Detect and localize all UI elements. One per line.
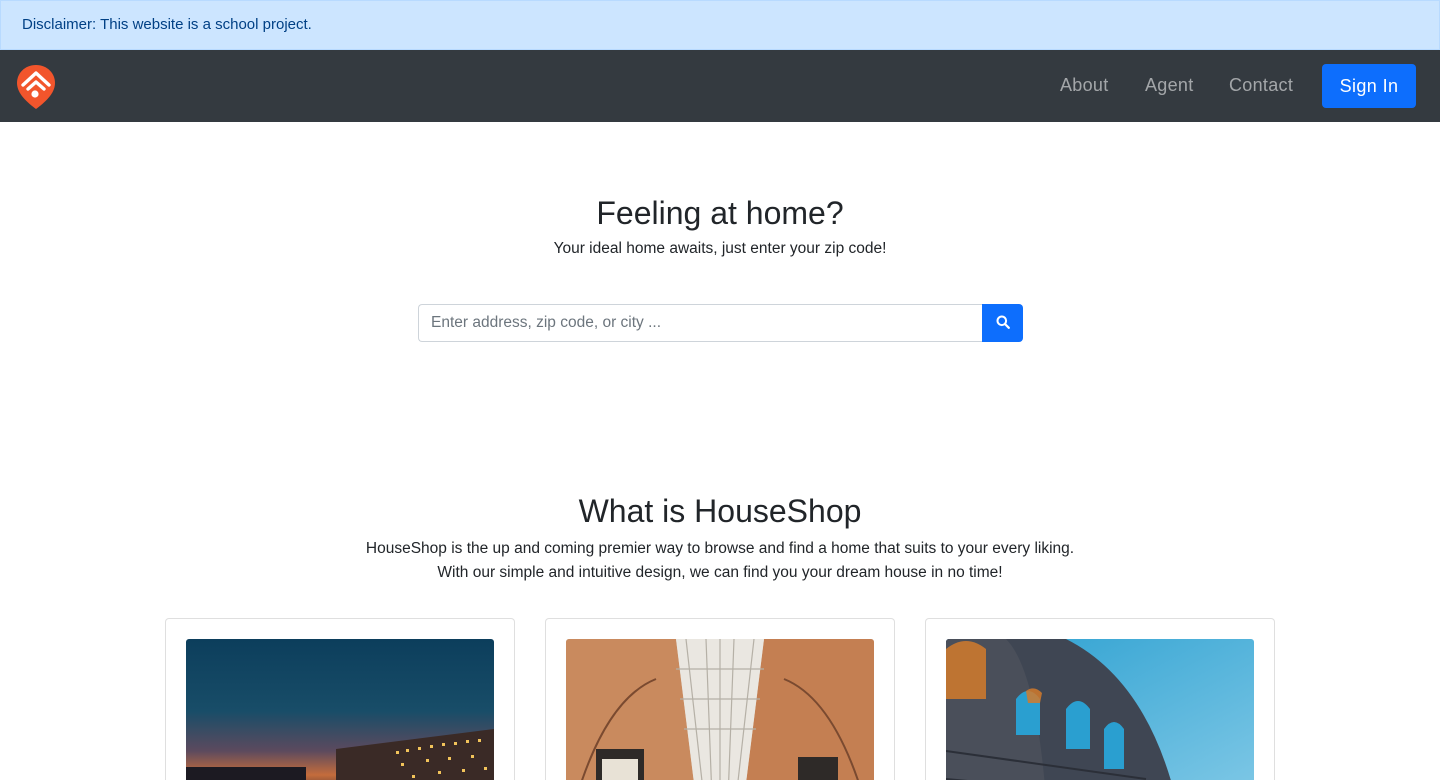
- disclaimer-alert: Disclaimer: This website is a school pro…: [0, 0, 1440, 50]
- feature-card-2: [545, 618, 895, 780]
- sign-in-button[interactable]: Sign In: [1322, 64, 1416, 108]
- feature-card-3: [925, 618, 1275, 780]
- about-description-line-1: HouseShop is the up and coming premier w…: [365, 540, 1075, 557]
- colosseum-arches-photo: [946, 639, 1254, 780]
- nav-link-contact[interactable]: Contact: [1229, 74, 1293, 96]
- search-input[interactable]: [418, 304, 983, 342]
- disclaimer-text: Disclaimer: This website is a school pro…: [22, 16, 312, 33]
- nav-link-agent[interactable]: Agent: [1145, 74, 1194, 96]
- navbar: About Agent Contact Sign In: [0, 50, 1440, 122]
- feature-card-1: [165, 618, 515, 780]
- building-at-dusk-photo: [186, 639, 494, 780]
- shopping-arcade-glass-roof-photo: [566, 639, 874, 780]
- search-button[interactable]: [982, 304, 1023, 342]
- hero-title: Feeling at home?: [596, 195, 844, 231]
- house-location-pin-icon[interactable]: [16, 63, 56, 111]
- hero-subtitle: Your ideal home awaits, just enter your …: [553, 240, 887, 257]
- search-icon: [996, 315, 1010, 332]
- nav-link-about[interactable]: About: [1060, 74, 1109, 96]
- about-title: What is HouseShop: [578, 493, 862, 529]
- about-description-line-2: With our simple and intuitive design, we…: [437, 564, 1003, 581]
